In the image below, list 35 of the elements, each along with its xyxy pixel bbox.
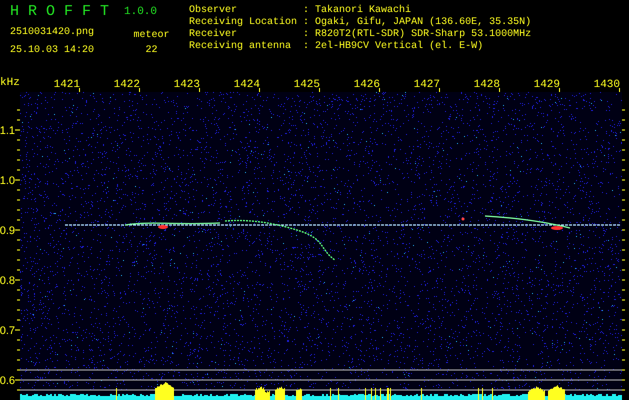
level-tick-label: 0.7 <box>0 325 15 337</box>
app-name: H R O F F T <box>10 3 110 22</box>
separator: : <box>303 17 310 29</box>
info-label: Observer <box>189 5 238 16</box>
separator: : <box>303 5 310 17</box>
frequency-tick-label: 1422 <box>114 79 140 91</box>
info-value: Takanori Kawachi <box>315 5 412 16</box>
frequency-tick-label: 1426 <box>354 79 380 91</box>
frequency-tick-label: 1427 <box>414 79 440 91</box>
info-label: Receiving Location <box>189 17 298 28</box>
level-tick-label: 1.1 <box>0 125 15 137</box>
version-label: 1.0.0 <box>124 5 158 20</box>
level-tick-label: 0.9 <box>0 225 15 237</box>
info-label: Receiver <box>189 29 238 40</box>
separator: : <box>303 29 310 41</box>
meteor-label: meteor <box>132 30 170 41</box>
info-value: 2el-HB9CV Vertical (el. E-W) <box>315 41 484 53</box>
axis-unit-label: kHz <box>0 77 20 89</box>
level-tick-label: 0.6 <box>0 375 15 387</box>
level-tick-label: 0.8 <box>0 275 15 287</box>
level-tick-label: 1.0 <box>0 175 15 187</box>
frequency-tick-label: 1424 <box>234 79 260 91</box>
frequency-tick-label: 1425 <box>294 79 320 91</box>
frequency-tick-label: 1428 <box>474 79 500 91</box>
info-value: Ogaki, Gifu, JAPAN (136.60E, 35.35N) <box>315 17 532 28</box>
frequency-tick-label: 1430 <box>594 79 620 91</box>
info-label: Receiving antenna <box>189 41 292 53</box>
info-value: R820T2(RTL-SDR) SDR-Sharp 53.1000MHz <box>315 29 532 40</box>
file-name: 2510031420.png <box>10 26 96 38</box>
timestamp: 25.10.03 14:20 <box>10 44 96 56</box>
frequency-tick-label: 1421 <box>54 79 80 91</box>
separator: : <box>303 41 310 53</box>
frequency-tick-label: 1429 <box>534 79 560 91</box>
frequency-tick-label: 1423 <box>174 79 200 91</box>
meteor-count: 22 <box>144 44 158 56</box>
